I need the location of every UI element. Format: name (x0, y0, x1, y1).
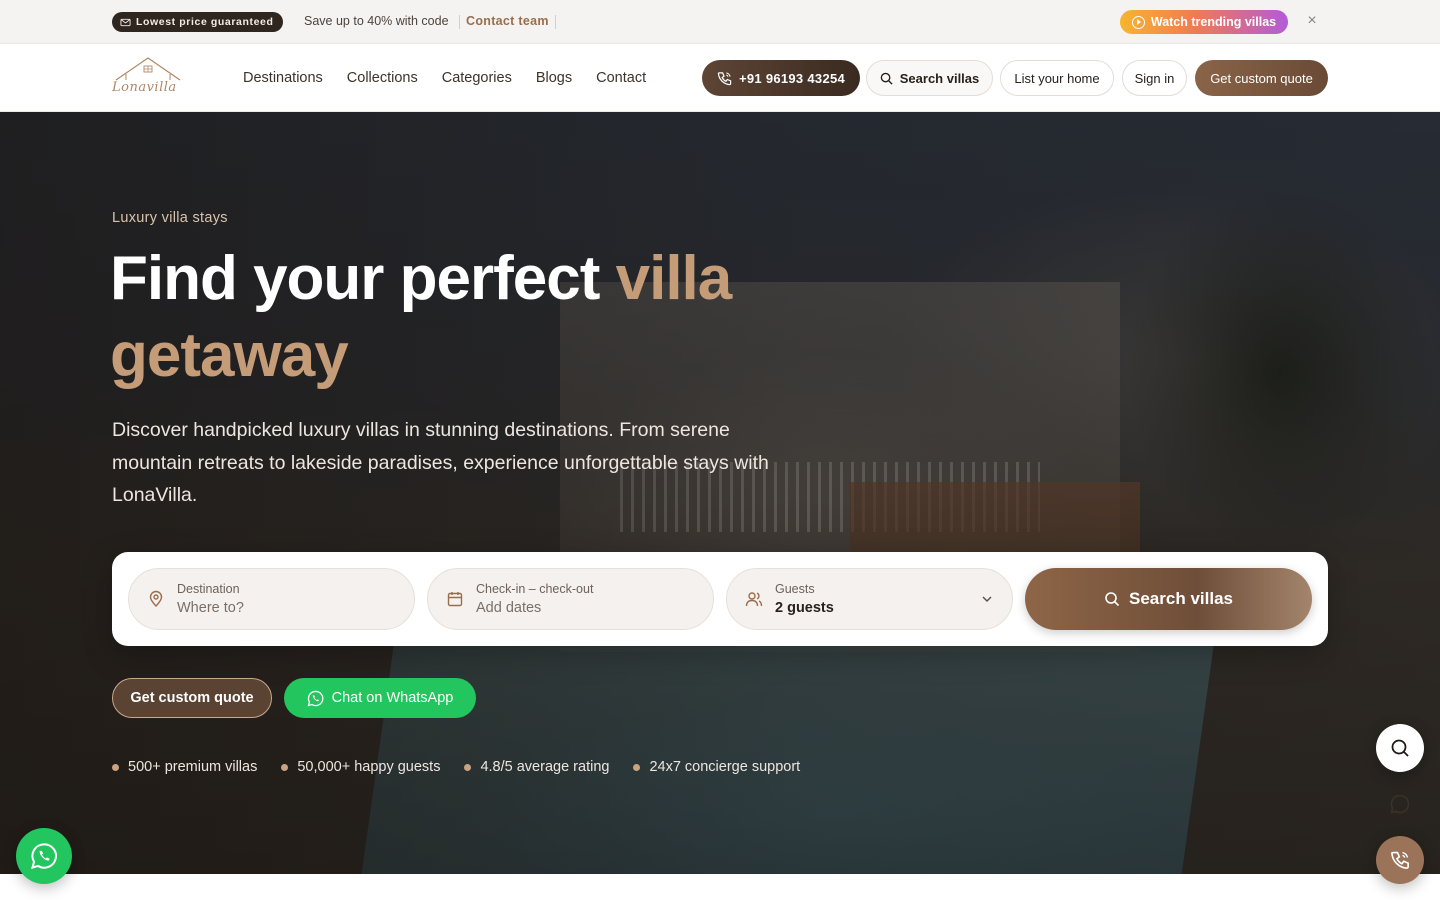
hero-section: Luxury villa stays Find your perfect vil… (0, 112, 1440, 874)
whatsapp-chat-label: Chat on WhatsApp (331, 690, 454, 706)
chevron-down-icon (982, 596, 992, 603)
mail-icon (120, 18, 131, 26)
divider (459, 15, 460, 29)
nav-destinations[interactable]: Destinations (243, 70, 323, 86)
lowest-price-badge: Lowest price guaranteed (112, 12, 283, 32)
bullet-dot (112, 763, 119, 771)
hero-stats: 500+ premium villas 50,000+ happy guests… (112, 759, 800, 775)
whatsapp-chat-button[interactable]: Chat on WhatsApp (284, 678, 476, 718)
chat-bubble-icon (1390, 794, 1410, 814)
guests-value: 2 guests (775, 600, 834, 616)
guests-field[interactable]: Guests 2 guests (726, 568, 1013, 630)
dates-field[interactable]: Check-in – check-out Add dates (427, 568, 714, 630)
search-icon (1105, 592, 1120, 607)
headline-white: Find your perfect (110, 244, 616, 313)
promo-text: Save up to 40% with code (304, 14, 449, 28)
destination-field[interactable]: Destination Where to? (128, 568, 415, 630)
nav-categories[interactable]: Categories (442, 70, 512, 86)
bullet-dot (633, 763, 641, 771)
logo-wordmark: Lonavilla (112, 80, 177, 95)
stat-item: 4.8/5 average rating (464, 759, 609, 775)
stat-guests: 50,000+ happy guests (297, 759, 441, 775)
calendar-icon (447, 592, 463, 607)
floating-call-button[interactable] (1376, 836, 1424, 884)
hero-subtext: Discover handpicked luxury villas in stu… (112, 419, 769, 506)
divider (555, 15, 556, 29)
stat-item: 500+ premium villas (112, 759, 257, 775)
contact-team-link[interactable]: Contact team (466, 14, 549, 28)
whatsapp-icon (31, 843, 57, 869)
search-icon (880, 72, 893, 85)
logo[interactable]: Lonavilla (112, 54, 184, 100)
destination-label: Destination (177, 582, 240, 596)
main-nav: Destinations Collections Categories Blog… (243, 44, 646, 112)
stat-item: 24x7 concierge support (633, 759, 800, 775)
search-icon (1391, 739, 1409, 757)
headline-accent-getaway: getaway (110, 321, 349, 390)
close-icon[interactable]: × (1304, 13, 1320, 29)
stat-villas: 500+ premium villas (128, 759, 258, 775)
search-villas-label: Search villas (1129, 589, 1233, 608)
stat-support: 24x7 concierge support (649, 759, 801, 775)
hero-headline: Find your perfect villa getaway (110, 240, 810, 394)
nav-blogs[interactable]: Blogs (536, 70, 572, 86)
play-circle-icon (1131, 15, 1145, 29)
header-search-label: Search villas (899, 70, 980, 86)
floating-search-button[interactable] (1376, 724, 1424, 772)
phone-button[interactable]: +91 96193 43254 (702, 60, 860, 96)
stat-item: 50,000+ happy guests (281, 759, 440, 775)
phone-number: +91 96193 43254 (738, 70, 846, 86)
map-pin-icon (149, 590, 163, 607)
phone-icon (717, 71, 732, 85)
phone-icon (1391, 851, 1409, 869)
dates-label: Check-in – check-out (476, 582, 594, 596)
search-villas-button[interactable]: Search villas (1025, 568, 1312, 630)
sign-in-button[interactable]: Sign in (1122, 60, 1187, 96)
destination-placeholder: Where to? (177, 600, 244, 616)
list-home-button[interactable]: List your home (1000, 60, 1114, 96)
site-header: Lonavilla Destinations Collections Categ… (0, 44, 1440, 112)
announcement-bar: Lowest price guaranteed Save up to 40% w… (0, 0, 1440, 44)
headline-accent-villa: villa (615, 244, 733, 313)
bullet-dot (464, 763, 472, 771)
floating-whatsapp-button[interactable] (16, 828, 72, 884)
header-quote-button[interactable]: Get custom quote (1195, 60, 1328, 96)
watch-trending-button[interactable]: Watch trending villas (1120, 10, 1288, 34)
users-icon (745, 592, 763, 607)
hero-eyebrow: Luxury villa stays (112, 210, 228, 226)
whatsapp-icon (307, 690, 324, 706)
nav-collections[interactable]: Collections (347, 70, 418, 86)
bullet-dot (281, 763, 289, 771)
dates-placeholder: Add dates (476, 600, 542, 616)
floating-chat-button[interactable] (1384, 788, 1416, 820)
hero-quote-button[interactable]: Get custom quote (112, 678, 272, 718)
search-panel: Destination Where to? Check-in – check-o… (112, 552, 1328, 646)
header-search-button[interactable]: Search villas (866, 60, 993, 96)
guests-label: Guests (775, 582, 815, 596)
badge-text: Lowest price guaranteed (136, 16, 274, 28)
stat-rating: 4.8/5 average rating (480, 759, 610, 775)
nav-contact[interactable]: Contact (596, 70, 646, 86)
trending-label: Watch trending villas (1150, 15, 1277, 29)
